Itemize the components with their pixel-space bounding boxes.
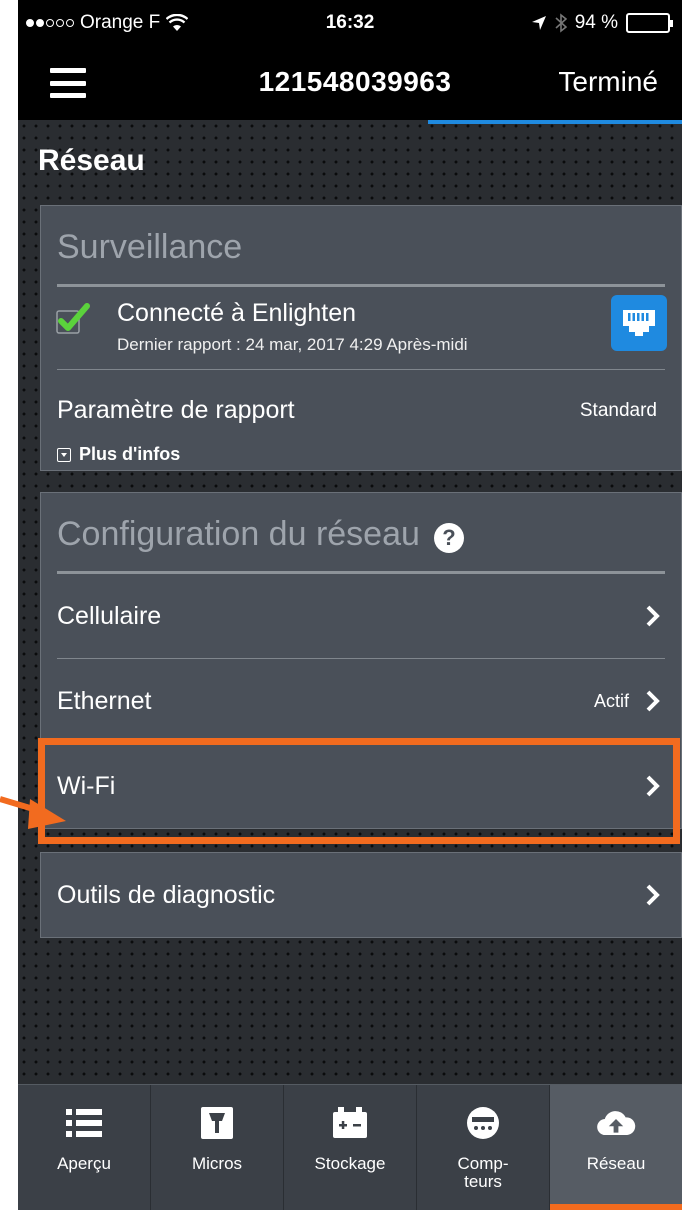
tab-label: Aperçu: [57, 1154, 111, 1173]
cloud-upload-icon: [596, 1103, 636, 1143]
bottom-tab-bar: Aperçu Micros Stockage Comp- teurs Résea…: [18, 1084, 682, 1210]
navigation-bar: 121548039963 Terminé: [18, 44, 682, 120]
status-right: 94 %: [531, 12, 673, 34]
list-icon: [64, 1103, 104, 1143]
tab-label: Comp- teurs: [457, 1154, 509, 1191]
chevron-right-icon: [646, 884, 660, 906]
battery-icon: [330, 1103, 370, 1143]
ethernet-row[interactable]: Ethernet Actif: [41, 659, 681, 743]
expand-icon: [57, 447, 71, 462]
bluetooth-icon: [555, 13, 567, 33]
cellular-row[interactable]: Cellulaire: [41, 574, 681, 658]
annotation-arrow-icon: [0, 796, 66, 829]
wifi-label: Wi-Fi: [57, 771, 116, 800]
diagnostics-card: Outils de diagnostic: [40, 852, 682, 938]
tab-meters[interactable]: Comp- teurs: [417, 1085, 550, 1210]
diagnostics-row[interactable]: Outils de diagnostic: [41, 853, 681, 937]
surveillance-header: Surveillance: [57, 228, 243, 266]
microinverter-icon: [197, 1103, 237, 1143]
status-bar: Orange F 16:32 94 %: [18, 0, 682, 44]
diagnostics-label: Outils de diagnostic: [57, 880, 276, 909]
battery-percent: 94 %: [574, 12, 618, 33]
tab-label: Réseau: [586, 1154, 646, 1173]
chevron-right-icon: [646, 775, 660, 797]
connection-status-row: Connecté à Enlighten Dernier rapport : 2…: [41, 287, 681, 369]
tab-label: Stockage: [314, 1154, 386, 1173]
more-info-link[interactable]: Plus d'infos: [57, 444, 180, 465]
tab-network[interactable]: Réseau: [550, 1085, 682, 1210]
done-button[interactable]: Terminé: [558, 66, 658, 98]
chevron-right-icon: [646, 690, 660, 712]
chevron-right-icon: [646, 605, 660, 627]
tab-storage[interactable]: Stockage: [284, 1085, 417, 1210]
surveillance-card: Surveillance Connecté à Enlighten Dernie…: [40, 205, 682, 471]
wifi-row[interactable]: Wi-Fi: [41, 744, 681, 828]
help-icon[interactable]: ?: [433, 523, 464, 553]
ethernet-port-button[interactable]: [611, 295, 667, 351]
battery-icon: [626, 13, 673, 33]
ethernet-label: Ethernet: [57, 686, 152, 715]
report-setting-row[interactable]: Paramètre de rapport Standard Plus d'inf…: [41, 370, 681, 470]
report-setting-value: Standard: [579, 400, 657, 421]
checkmark-icon: [56, 303, 90, 334]
connection-title: Connecté à Enlighten: [117, 299, 357, 327]
network-config-title: Configuration du réseau: [57, 515, 420, 553]
app-screen: Orange F 16:32 94 % 121548039963 Terminé…: [18, 0, 682, 1210]
meter-icon: [463, 1103, 503, 1143]
tab-label: Micros: [191, 1154, 243, 1173]
tab-micros[interactable]: Micros: [151, 1085, 284, 1210]
last-report: Dernier rapport : 24 mar, 2017 4:29 Aprè…: [117, 335, 468, 354]
ethernet-status: Actif: [593, 690, 629, 711]
network-config-header: Configuration du réseau ?: [41, 493, 681, 571]
page-title: Réseau: [38, 144, 145, 177]
ethernet-port-icon: [623, 310, 655, 336]
network-config-card: Configuration du réseau ? Cellulaire Eth…: [40, 492, 682, 829]
cellular-label: Cellulaire: [57, 601, 162, 630]
report-setting-label: Paramètre de rapport: [57, 396, 295, 424]
tab-overview[interactable]: Aperçu: [18, 1085, 151, 1210]
location-arrow-icon: [531, 16, 546, 30]
active-indicator: [428, 120, 682, 124]
more-info-label: Plus d'infos: [79, 444, 181, 464]
